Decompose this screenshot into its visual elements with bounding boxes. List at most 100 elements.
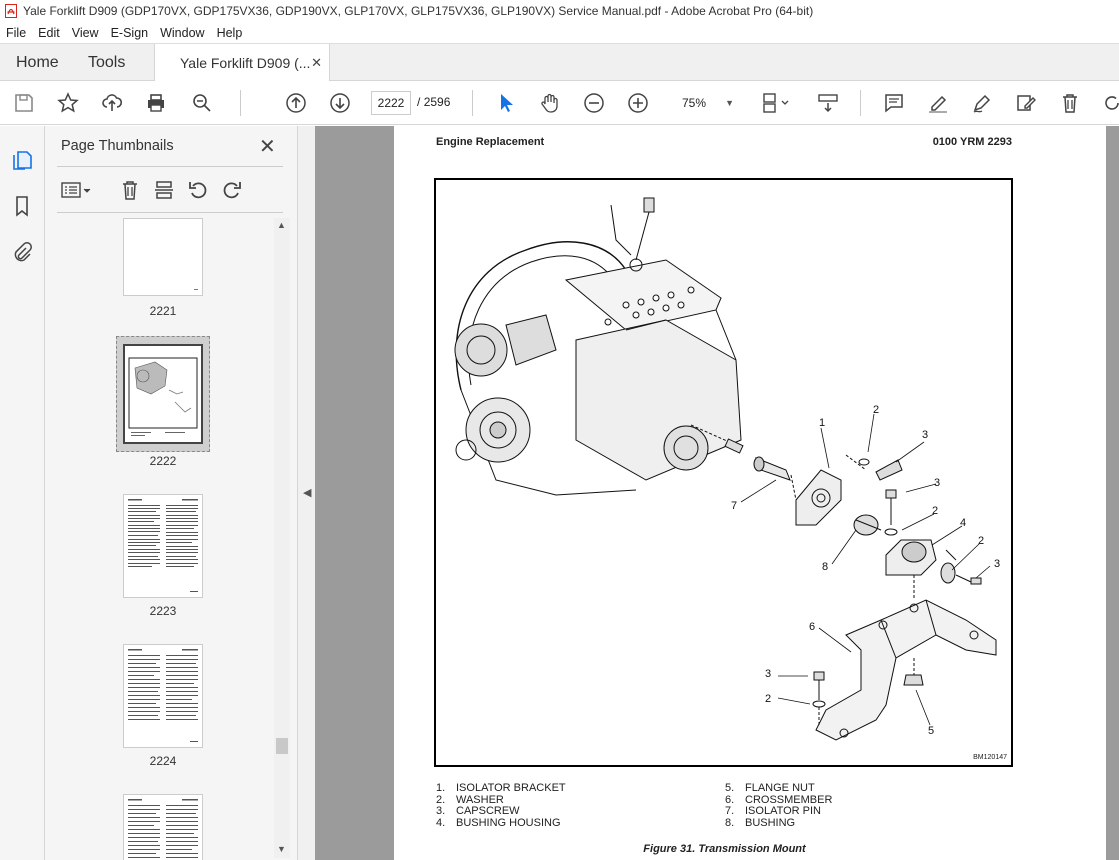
draw-pen-icon[interactable] [968,89,996,117]
save-icon[interactable] [10,89,38,117]
page-thumbnail[interactable] [123,494,203,598]
thumbnail-label: 2223 [149,604,177,618]
thumbnail-content [128,499,198,592]
toolbar-separator [472,90,473,116]
callout-number: 3 [765,668,771,680]
acrobat-icon [5,4,17,18]
page-separator: / [417,95,421,109]
delete-trash-icon[interactable] [1056,89,1084,117]
toolbar-separator [240,90,241,116]
document-viewer: Engine Replacement 0100 YRM 2293 1 2 3 3… [315,126,1119,860]
panel-splitter[interactable]: ◀ [297,126,315,860]
callout-number: 2 [873,404,879,416]
scroll-up-icon[interactable]: ▲ [277,220,286,230]
left-rail [0,126,45,860]
next-page-icon[interactable] [326,89,354,117]
legend-item: 8. BUSHING [725,816,796,829]
bookmark-icon[interactable] [10,194,34,218]
tab-home[interactable]: Home [16,44,59,81]
callout-number: 6 [809,621,815,633]
scroll-down-icon[interactable]: ▼ [277,844,286,854]
figure-frame: 1 2 3 3 2 4 2 3 7 8 6 3 2 5 BM120147 [434,178,1013,767]
thumbnail-content [128,799,198,858]
tab-document[interactable]: Yale Forklift D909 (... ✕ [154,44,330,82]
attachment-paperclip-icon[interactable] [10,240,34,264]
page-header-code: 0100 YRM 2293 [932,136,1012,148]
callout-number: 3 [934,477,940,489]
fill-sign-icon[interactable] [1012,89,1040,117]
rotate-left-icon[interactable] [185,176,211,204]
page-number-input[interactable]: 2222 [371,91,411,115]
rotate-icon[interactable] [1098,89,1119,117]
zoom-search-icon[interactable] [188,89,216,117]
panel-title: Page Thumbnails [61,138,174,154]
zoom-in-icon[interactable] [624,89,652,117]
callout-number: 2 [765,693,771,705]
tab-document-label: Yale Forklift D909 (... [180,55,311,71]
thumbnail-label: 2222 [149,454,177,468]
extract-pages-icon[interactable] [151,176,177,204]
window-title: Yale Forklift D909 (GDP170VX, GDP175VX36… [23,4,814,18]
callout-number: 7 [731,500,737,512]
thumbnail-options-icon[interactable] [59,176,95,204]
scrolling-mode-icon[interactable] [814,89,842,117]
page-display-icon[interactable] [758,89,794,117]
thumbnails-panel: Page Thumbnails ✕ 2221 2222 2223 2224 [45,126,297,860]
total-pages: 2596 [423,95,451,109]
page-header-section: Engine Replacement [436,136,545,148]
tab-bar: Home Tools Yale Forklift D909 (... ✕ [0,43,1119,82]
menu-view[interactable]: View [66,26,105,40]
page-thumbnail[interactable] [123,794,203,860]
chevron-down-icon: ▼ [725,98,734,108]
delete-pages-icon[interactable] [117,176,143,204]
callout-number: 2 [978,535,984,547]
callout-number: 3 [994,558,1000,570]
zoom-dropdown[interactable]: 75% ▼ [665,91,741,115]
close-panel-icon[interactable]: ✕ [259,134,276,159]
page-thumbnails-icon[interactable] [10,148,34,172]
thumbnail-label: 2224 [149,754,177,768]
callout-number: 2 [932,505,938,517]
print-icon[interactable] [142,89,170,117]
callout-number: 1 [819,417,825,429]
toolbar-separator [860,90,861,116]
tab-tools[interactable]: Tools [88,44,125,81]
previous-page-icon[interactable] [282,89,310,117]
figure-code: BM120147 [973,754,1007,761]
share-upload-icon[interactable] [98,89,126,117]
select-cursor-icon[interactable] [492,89,520,117]
highlight-pen-icon[interactable] [924,89,952,117]
page-thumbnail-selected[interactable] [123,344,203,444]
callout-number: 8 [822,561,828,573]
parts-legend-right: 5. FLANGE NUT 6. CROSSMEMBER 7. ISOLATOR PI… [725,782,832,829]
menu-edit[interactable]: Edit [32,26,66,40]
scrollbar-thumb[interactable] [276,738,288,754]
collapse-panel-icon[interactable]: ◀ [303,486,311,499]
bookmark-star-icon[interactable] [54,89,82,117]
thumbnails-scrollbar[interactable]: ▲ ▼ [274,218,290,858]
pdf-page: Engine Replacement 0100 YRM 2293 1 2 3 3… [394,126,1106,860]
menu-esign[interactable]: E-Sign [105,26,155,40]
menu-help[interactable]: Help [211,26,249,40]
comment-icon[interactable] [880,89,908,117]
rotate-right-icon[interactable] [219,176,245,204]
legend-item: 4. BUSHING HOUSING [436,816,561,829]
close-tab-icon[interactable]: ✕ [311,55,322,71]
callout-number: 5 [928,725,934,737]
thumbnail-content [194,289,198,290]
zoom-value: 75% [682,96,707,110]
menu-file[interactable]: File [0,26,32,40]
parts-legend-left: 1. ISOLATOR BRACKET 2. WASHER 3. CAPSCREW 4… [436,782,566,829]
title-bar: Yale Forklift D909 (GDP170VX, GDP175VX36… [0,0,1119,22]
callout-number: 3 [922,429,928,441]
menu-window[interactable]: Window [154,26,210,40]
zoom-out-icon[interactable] [580,89,608,117]
page-thumbnail[interactable] [123,218,203,296]
figure-caption: Figure 31. Transmission Mount [643,843,806,855]
main-toolbar [0,81,1119,125]
page-total: / 2596 [417,95,450,109]
panel-divider [57,166,283,167]
page-thumbnail[interactable] [123,644,203,748]
hand-tool-icon[interactable] [536,89,564,117]
panel-divider [57,212,283,213]
